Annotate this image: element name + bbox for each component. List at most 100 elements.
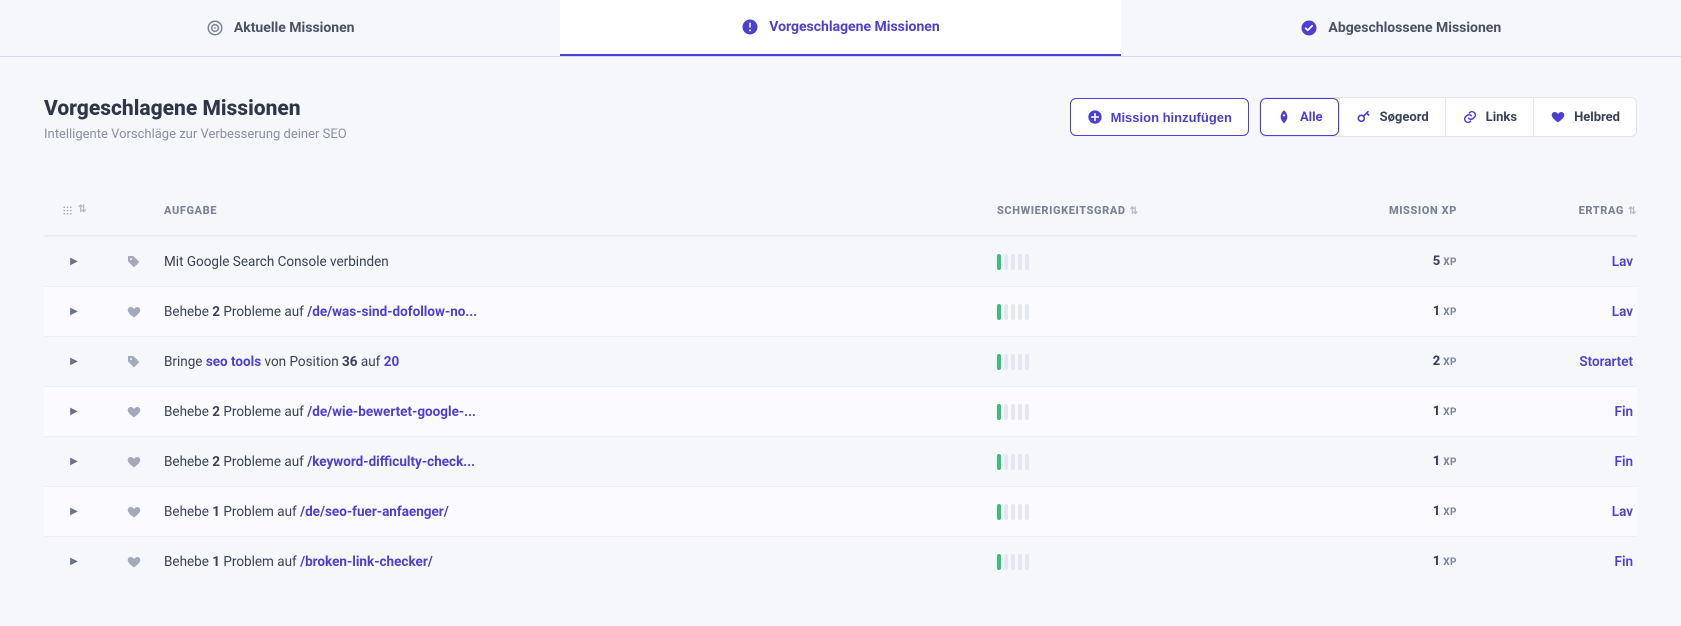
xp-cell: 1XP — [1257, 304, 1457, 319]
difficulty-bars — [997, 254, 1029, 270]
difficulty-bars — [997, 454, 1029, 470]
difficulty-bars — [997, 554, 1029, 570]
ertrag-cell: Lav — [1457, 254, 1637, 270]
grip-icon — [61, 204, 74, 217]
table-row[interactable]: ▶ Behebe 1 Problem auf /de/seo-fuer-anfae… — [44, 486, 1637, 536]
table-row[interactable]: ▶ Bringe seo tools von Position 36 auf 20… — [44, 336, 1637, 386]
task-cell: Bringe seo tools von Position 36 auf 20 — [164, 354, 764, 370]
table-row[interactable]: ▶ Behebe 2 Probleme auf /de/was-sind-dofo… — [44, 286, 1637, 336]
xp-cell: 5XP — [1257, 254, 1457, 269]
table-row[interactable]: ▶ Mit Google Search Console verbinden 5XPL… — [44, 236, 1637, 286]
column-reorder[interactable]: ⇅ — [44, 204, 104, 217]
filter-links[interactable]: Links — [1445, 98, 1533, 136]
sort-icon: ⇅ — [1130, 206, 1139, 217]
difficulty-cell — [997, 304, 1257, 320]
task-cell: Behebe 2 Probleme auf /keyword-difficult… — [164, 454, 764, 470]
page-subtitle: Intelligente Vorschläge zur Verbesserung… — [44, 127, 347, 142]
missions-table: ⇅ AUFGABE SCHWIERIGKEITSGRAD⇅ MISSION XP… — [44, 186, 1637, 586]
tab-label: Aktuelle Missionen — [234, 20, 355, 36]
target-icon — [206, 19, 224, 37]
tab-completed-missions[interactable]: Abgeschlossene Missionen — [1121, 0, 1681, 56]
filter-keywords[interactable]: Søgeord — [1339, 98, 1445, 136]
difficulty-bars — [997, 404, 1029, 420]
exclaim-icon — [741, 18, 759, 36]
ertrag-cell: Fin — [1457, 554, 1637, 570]
column-xp[interactable]: MISSION XP — [1257, 204, 1457, 217]
mission-tabs: Aktuelle Missionen Vorgeschlagene Missio… — [0, 0, 1681, 57]
page-title: Vorgeschlagene Missionen — [44, 97, 347, 121]
filter-label: Helbred — [1574, 110, 1620, 125]
tab-label: Abgeschlossene Missionen — [1328, 20, 1501, 36]
task-link[interactable]: /keyword-difficulty-check... — [307, 454, 475, 470]
expand-toggle[interactable]: ▶ — [44, 256, 104, 267]
tab-suggested-missions[interactable]: Vorgeschlagene Missionen — [560, 0, 1120, 56]
row-type-icon — [104, 404, 164, 420]
xp-cell: 1XP — [1257, 504, 1457, 519]
task-cell: Behebe 1 Problem auf /de/seo-fuer-anfaen… — [164, 504, 764, 520]
task-cell: Behebe 1 Problem auf /broken-link-checke… — [164, 554, 764, 570]
heart-icon — [126, 504, 142, 520]
expand-toggle[interactable]: ▶ — [44, 306, 104, 317]
difficulty-cell — [997, 404, 1257, 420]
filter-group: Alle Søgeord Links Helbred — [1259, 97, 1637, 137]
filter-health[interactable]: Helbred — [1533, 98, 1636, 136]
difficulty-bars — [997, 304, 1029, 320]
task-link[interactable]: seo tools — [206, 354, 261, 370]
table-header: ⇅ AUFGABE SCHWIERIGKEITSGRAD⇅ MISSION XP… — [44, 186, 1637, 236]
check-icon — [1300, 19, 1318, 37]
ertrag-cell: Lav — [1457, 304, 1637, 320]
ertrag-cell: Lav — [1457, 504, 1637, 520]
tab-current-missions[interactable]: Aktuelle Missionen — [0, 0, 560, 56]
filter-label: Links — [1486, 110, 1517, 125]
sort-icon: ⇅ — [1628, 206, 1637, 217]
xp-cell: 1XP — [1257, 404, 1457, 419]
task-cell: Behebe 2 Probleme auf /de/wie-bewertet-g… — [164, 404, 764, 420]
task-cell: Behebe 2 Probleme auf /de/was-sind-dofol… — [164, 304, 764, 320]
table-row[interactable]: ▶ Behebe 2 Probleme auf /de/wie-bewertet-… — [44, 386, 1637, 436]
task-link[interactable]: /de/wie-bewertet-google-... — [307, 404, 476, 420]
add-mission-button[interactable]: Mission hinzufügen — [1070, 98, 1249, 136]
xp-cell: 1XP — [1257, 554, 1457, 569]
table-row[interactable]: ▶ Behebe 2 Probleme auf /keyword-difficul… — [44, 436, 1637, 486]
row-type-icon — [104, 304, 164, 320]
row-type-icon — [104, 354, 164, 370]
difficulty-bars — [997, 504, 1029, 520]
tag-icon — [126, 254, 142, 270]
add-mission-label: Mission hinzufügen — [1111, 110, 1232, 125]
filter-label: Søgeord — [1380, 110, 1429, 125]
heart-icon — [126, 404, 142, 420]
column-aufgabe[interactable]: AUFGABE — [164, 204, 997, 217]
task-link[interactable]: /broken-link-checker/ — [300, 554, 433, 570]
table-row[interactable]: ▶ Behebe 1 Problem auf /broken-link-check… — [44, 536, 1637, 586]
tag-icon — [126, 354, 142, 370]
expand-toggle[interactable]: ▶ — [44, 556, 104, 567]
xp-cell: 1XP — [1257, 454, 1457, 469]
expand-toggle[interactable]: ▶ — [44, 356, 104, 367]
ertrag-cell: Fin — [1457, 454, 1637, 470]
expand-toggle[interactable]: ▶ — [44, 506, 104, 517]
heart-icon — [126, 554, 142, 570]
table-body: ▶Mit Google Search Console verbinden5XPL… — [44, 236, 1637, 586]
filter-all[interactable]: Alle — [1260, 98, 1339, 136]
column-ertrag[interactable]: ERTRAG⇅ — [1457, 204, 1637, 217]
heart-icon — [126, 454, 142, 470]
row-type-icon — [104, 554, 164, 570]
column-schwierigkeit[interactable]: SCHWIERIGKEITSGRAD⇅ — [997, 204, 1257, 217]
difficulty-cell — [997, 554, 1257, 570]
ertrag-cell: Fin — [1457, 404, 1637, 420]
task-link[interactable]: /de/was-sind-dofollow-no... — [307, 304, 477, 320]
expand-toggle[interactable]: ▶ — [44, 406, 104, 417]
xp-cell: 2XP — [1257, 354, 1457, 369]
heart-icon — [1550, 109, 1566, 125]
difficulty-cell — [997, 354, 1257, 370]
plus-icon — [1087, 109, 1103, 125]
difficulty-cell — [997, 504, 1257, 520]
tab-label: Vorgeschlagene Missionen — [769, 19, 939, 35]
task-cell: Mit Google Search Console verbinden — [164, 254, 764, 270]
task-link[interactable]: /de/seo-fuer-anfaenger/ — [300, 504, 449, 520]
expand-toggle[interactable]: ▶ — [44, 456, 104, 467]
link-icon — [1462, 109, 1478, 125]
difficulty-bars — [997, 354, 1029, 370]
task-link[interactable]: 20 — [384, 354, 400, 370]
difficulty-cell — [997, 454, 1257, 470]
